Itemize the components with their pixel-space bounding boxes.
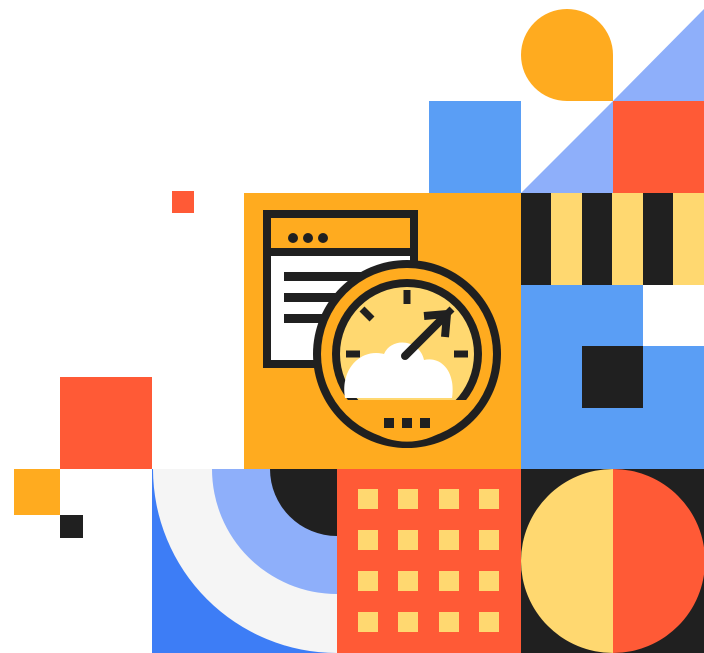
half-circle-tile [521, 469, 704, 653]
stripes-tile [521, 193, 704, 285]
blue-square [429, 101, 521, 193]
speedometer-icon [313, 260, 501, 448]
black-square [582, 346, 643, 408]
blue-diagonal-tile [521, 285, 704, 469]
orange-leaf-shape [521, 9, 613, 101]
light-blue-triangle-mid [521, 101, 613, 193]
geometric-illustration [14, 9, 704, 653]
top-right-shapes [429, 9, 704, 193]
small-black-square [60, 515, 83, 538]
red-square-right [613, 101, 704, 193]
small-orange-square [14, 469, 60, 515]
grid-tile [337, 469, 521, 653]
main-icon-tile [244, 193, 521, 469]
red-square-left [60, 377, 152, 469]
light-blue-triangle-top [613, 9, 704, 101]
small-red-square [172, 191, 194, 213]
